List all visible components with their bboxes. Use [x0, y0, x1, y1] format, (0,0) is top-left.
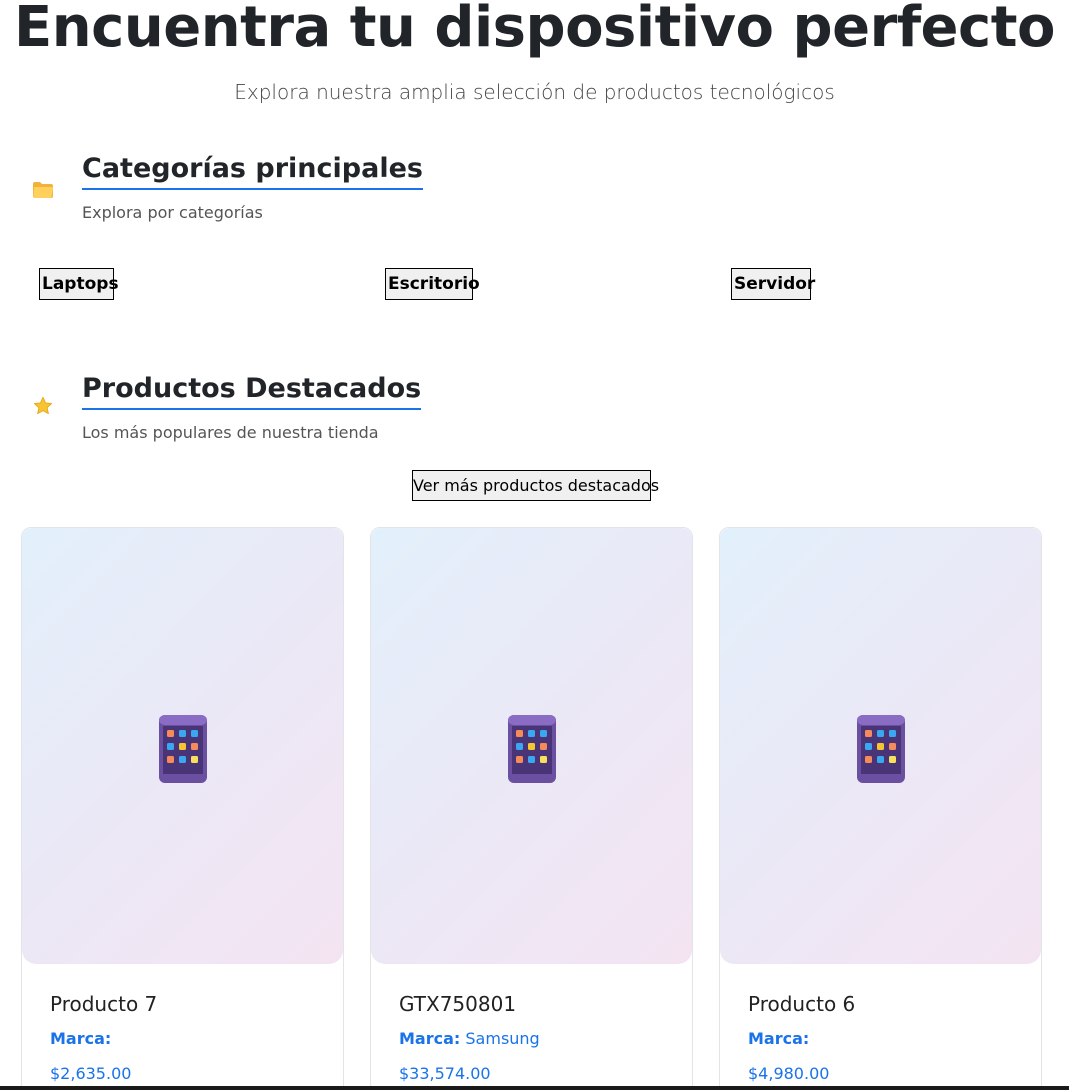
product-price: $2,635.00 — [50, 1064, 132, 1083]
product-brand: Marca: — [748, 1029, 809, 1048]
product-image — [22, 528, 343, 964]
brand-label: Marca: — [50, 1029, 112, 1048]
page-subtitle: Explora nuestra amplia selección de prod… — [234, 80, 835, 104]
featured-subtitle: Los más populares de nuestra tienda — [82, 423, 379, 442]
brand-value: Samsung — [465, 1029, 540, 1048]
category-button-servidor[interactable]: Servidor — [731, 268, 815, 300]
product-price: $4,980.00 — [748, 1064, 830, 1083]
brand-label: Marca: — [399, 1029, 461, 1048]
product-brand: Marca: — [50, 1029, 111, 1048]
more-featured-button[interactable]: Ver más productos destacados — [412, 470, 659, 501]
category-button-escritorio[interactable]: Escritorio — [385, 268, 480, 300]
tablet-apps-icon — [857, 715, 905, 783]
product-card[interactable]: Producto 7 Marca: $2,635.00 — [21, 527, 344, 1090]
product-card[interactable]: GTX750801 Marca: Samsung $33,574.00 — [370, 527, 693, 1090]
product-brand: Marca: Samsung — [399, 1029, 540, 1048]
product-card[interactable]: Producto 6 Marca: $4,980.00 — [719, 527, 1042, 1090]
page: Encuentra tu dispositivo perfecto Explor… — [0, 0, 1069, 1090]
brand-label: Marca: — [748, 1029, 810, 1048]
product-image — [720, 528, 1041, 964]
product-name[interactable]: Producto 7 — [50, 992, 157, 1016]
categories-title: Categorías principales — [82, 154, 423, 190]
categories-subtitle: Explora por categorías — [82, 203, 263, 222]
product-image — [371, 528, 692, 964]
star-icon — [33, 396, 53, 415]
product-name[interactable]: GTX750801 — [399, 992, 516, 1016]
folder-icon — [33, 182, 54, 198]
page-title: Encuentra tu dispositivo perfecto — [14, 0, 1055, 60]
product-price: $33,574.00 — [399, 1064, 491, 1083]
tablet-apps-icon — [159, 715, 207, 783]
tablet-apps-icon — [508, 715, 556, 783]
featured-title: Productos Destacados — [82, 374, 422, 410]
product-name[interactable]: Producto 6 — [748, 992, 855, 1016]
category-button-laptops[interactable]: Laptops — [39, 268, 119, 300]
window-bottom-edge — [0, 1086, 1069, 1090]
